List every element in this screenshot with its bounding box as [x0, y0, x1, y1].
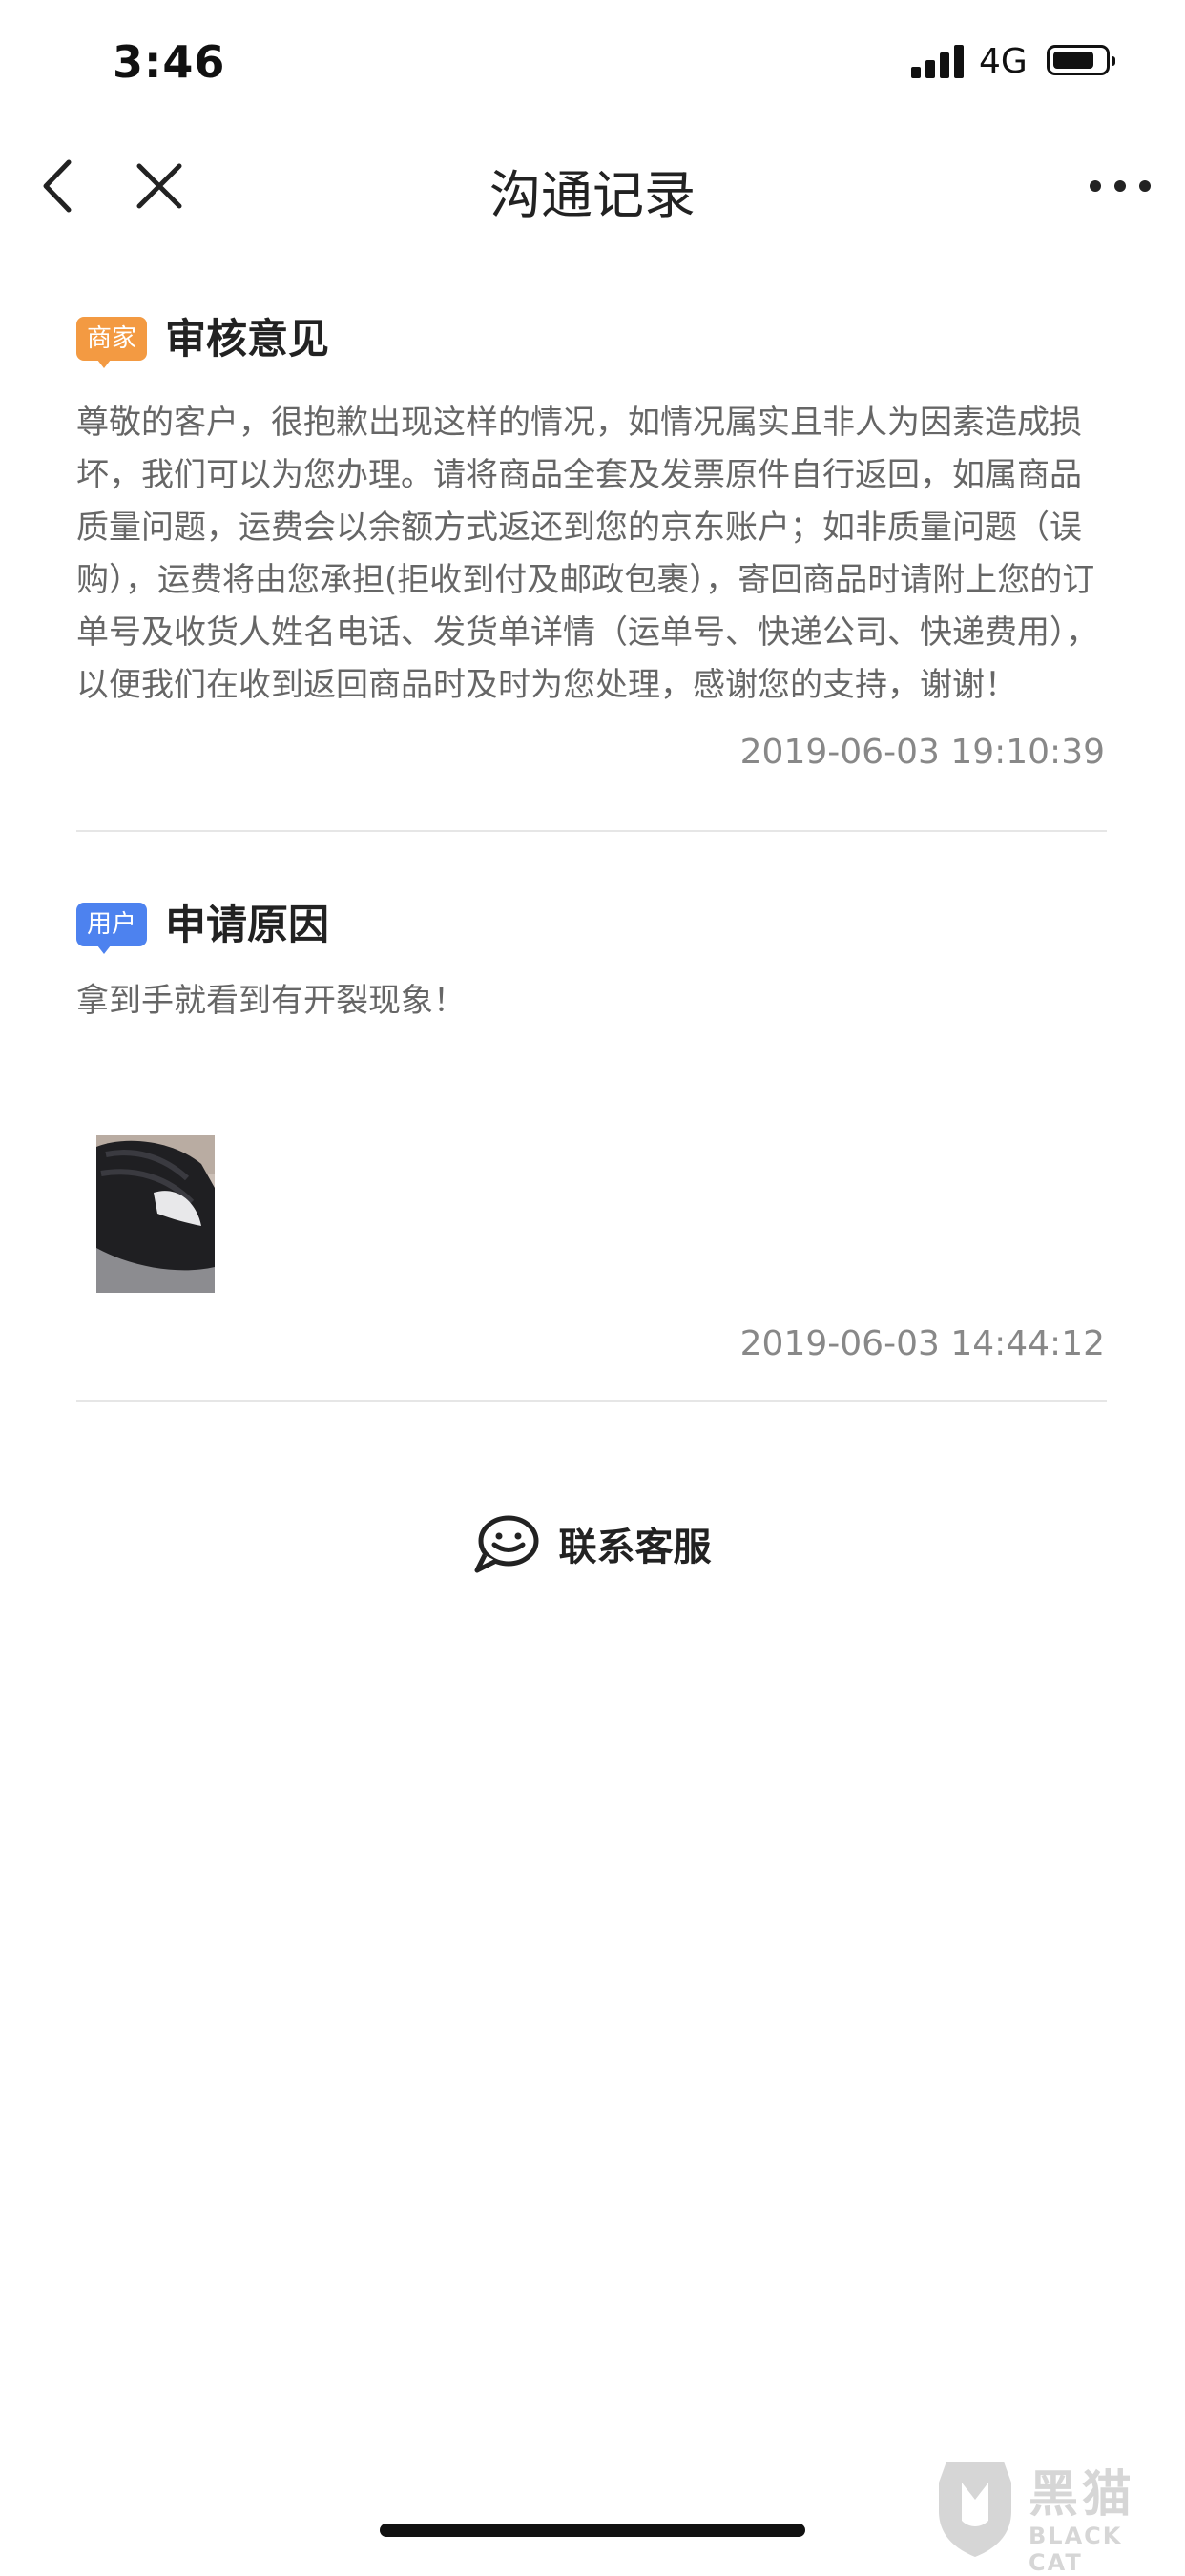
- attached-photo[interactable]: [96, 1135, 215, 1293]
- watermark-text: 黑猫: [1029, 2466, 1136, 2524]
- merchant-review-section: 商家 审核意见 尊敬的客户，很抱歉出现这样的情况，如情况属实且非人为因素造成损坏…: [76, 311, 1105, 772]
- merchant-section-header: 商家 审核意见: [76, 311, 1105, 368]
- black-cat-watermark: 黑猫 BLACK CAT: [924, 2454, 1181, 2576]
- battery-icon: [1047, 45, 1115, 75]
- user-reason-text: 拿到手就看到有开裂现象！: [76, 982, 466, 1020]
- merchant-section-title: 审核意见: [165, 316, 329, 364]
- chat-face-icon: [474, 1515, 539, 1573]
- contact-service-label: 联系客服: [558, 1526, 712, 1569]
- merchant-review-text: 尊敬的客户，很抱歉出现这样的情况，如情况属实且非人为因素造成损坏，我们可以为您办…: [76, 404, 1098, 704]
- merchant-tag: 商家: [76, 317, 147, 368]
- more-icon[interactable]: [1082, 153, 1158, 219]
- user-section-title: 申请原因: [165, 902, 329, 949]
- network-type: 4G: [979, 42, 1028, 81]
- signal-icon: [911, 44, 967, 78]
- user-reason-section: 用户 申请原因 拿到手就看到有开裂现象！: [76, 897, 1105, 1028]
- nav-bar: 沟通记录: [0, 124, 1185, 248]
- status-bar: 3:46 4G: [0, 0, 1185, 124]
- user-timestamp: 2019-06-03 14:44:12: [739, 1324, 1105, 1363]
- user-section-header: 用户 申请原因: [76, 897, 1105, 954]
- watermark-subtext: BLACK CAT: [1029, 2523, 1123, 2576]
- status-time: 3:46: [113, 36, 226, 88]
- section-divider: [76, 830, 1107, 832]
- section-divider: [76, 1400, 1107, 1402]
- contact-service-button[interactable]: 联系客服: [0, 1513, 1185, 1580]
- cat-logo-icon: [939, 2462, 1011, 2557]
- page-title: 沟通记录: [489, 165, 696, 225]
- user-tag: 用户: [76, 903, 147, 954]
- merchant-timestamp: 2019-06-03 19:10:39: [739, 733, 1105, 772]
- home-indicator: [380, 2524, 805, 2537]
